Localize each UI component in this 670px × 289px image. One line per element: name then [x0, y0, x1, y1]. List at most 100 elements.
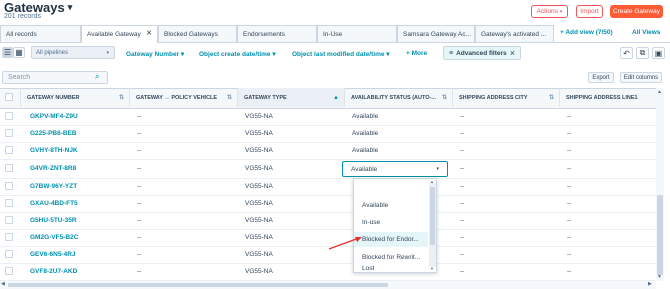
- close-icon[interactable]: ×: [510, 48, 515, 58]
- list-view-icon[interactable]: ☰: [2, 47, 13, 58]
- filter-modified-date[interactable]: Object last modified date/time ▾: [292, 50, 390, 58]
- pipeline-select[interactable]: All pipelines ▾: [31, 46, 115, 59]
- create-gateway-button[interactable]: Create Gateway: [610, 5, 663, 18]
- scroll-right-icon[interactable]: ▶: [648, 281, 652, 287]
- tab-all-records[interactable]: All records: [0, 25, 81, 42]
- scroll-down-icon[interactable]: ▼: [430, 266, 434, 271]
- row-checkbox[interactable]: [5, 199, 13, 207]
- duplicate-icon[interactable]: ⧉: [636, 47, 649, 59]
- shipping-line1-cell: --: [567, 183, 572, 190]
- actions-button[interactable]: Actions ▾: [531, 5, 568, 18]
- gateway-number-link[interactable]: GVHY-8TH-NJK: [30, 147, 78, 154]
- search-input[interactable]: Search: [2, 71, 108, 84]
- row-checkbox[interactable]: [5, 164, 13, 172]
- row-checkbox[interactable]: [5, 250, 13, 258]
- gateway-number-link[interactable]: GEV6-6N5-4RJ: [30, 251, 76, 258]
- column-availability-status[interactable]: AVAILABILITY STATUS (AUTO-... ⇅: [344, 88, 452, 107]
- shipping-line1-cell: --: [567, 217, 572, 224]
- row-checkbox[interactable]: [5, 182, 13, 190]
- column-policy-vehicle[interactable]: GATEWAY → POLICY VEHICLE ⇅: [129, 88, 237, 107]
- caret-down-icon[interactable]: ▾: [68, 2, 73, 12]
- back-icon[interactable]: ↶: [620, 47, 633, 59]
- row-checkbox[interactable]: [5, 233, 13, 241]
- status-option-lost[interactable]: Lost: [354, 265, 428, 273]
- tab-in-use[interactable]: In-Use: [317, 25, 397, 42]
- gateway-number-link[interactable]: G4VR-ZNT-8R8: [30, 165, 76, 172]
- close-icon[interactable]: ×: [146, 28, 152, 39]
- availability-status-cell[interactable]: Available: [352, 147, 378, 154]
- more-filters-link[interactable]: + More: [406, 50, 427, 57]
- edit-columns-button[interactable]: Edit columns: [620, 72, 662, 83]
- table-row: G5HU-5TU-35R -- VG55-NA -- --: [0, 212, 656, 230]
- policy-vehicle-cell: --: [137, 200, 142, 207]
- tab-samsara-gateway[interactable]: Samsara Gateway Ac...: [397, 25, 475, 42]
- grid-view-icon[interactable]: ▦: [13, 47, 25, 58]
- table-row: G7BW-96Y-YZT -- VG55-NA -- --: [0, 178, 656, 196]
- gateway-type-cell: VG55-NA: [245, 113, 273, 120]
- availability-status-cell[interactable]: Available: [352, 113, 378, 120]
- status-option-in-use[interactable]: In-use: [354, 215, 428, 230]
- gateway-number-link[interactable]: G225-PB6-BEB: [30, 130, 77, 137]
- availability-status-cell[interactable]: Available: [352, 130, 378, 137]
- add-view-link[interactable]: + Add view (7/50): [560, 29, 613, 36]
- filter-create-date[interactable]: Object create date/time ▾: [199, 50, 276, 58]
- advanced-filters-button[interactable]: ≡ Advanced filters ×: [443, 46, 521, 60]
- gateway-number-link[interactable]: G5HU-5TU-35R: [30, 217, 77, 224]
- column-shipping-line1[interactable]: SHIPPING ADDRESS LINE1: [559, 88, 656, 107]
- column-gateway-number[interactable]: GATEWAY NUMBER ⇅: [20, 88, 129, 107]
- gateway-number-link[interactable]: GXAU-4BD-FT5: [30, 200, 78, 207]
- table-vertical-scrollbar-thumb[interactable]: [657, 195, 663, 275]
- tab-endorsements[interactable]: Endorsements: [237, 25, 317, 42]
- shipping-city-cell: --: [460, 165, 465, 172]
- gateway-type-cell: VG55-NA: [245, 200, 273, 207]
- gateway-number-link[interactable]: GVF8-2U7-AKD: [30, 268, 77, 275]
- availability-status-select[interactable]: Available ▾: [342, 161, 448, 177]
- gateway-type-cell: VG55-NA: [245, 147, 273, 154]
- gateway-number-link[interactable]: GM2G-VF5-B2C: [30, 234, 78, 241]
- dropdown-scrollbar-thumb[interactable]: [430, 187, 435, 245]
- filter-gateway-number[interactable]: Gateway Number ▾: [126, 50, 184, 58]
- tab-blocked-gateways[interactable]: Blocked Gateways: [158, 25, 237, 42]
- sort-ascending-icon[interactable]: ▲: [333, 95, 339, 101]
- sort-icon[interactable]: ⇅: [119, 94, 124, 101]
- all-views-link[interactable]: All Views: [632, 29, 660, 36]
- status-option-available[interactable]: Available: [354, 198, 428, 213]
- export-button[interactable]: Export: [588, 72, 614, 83]
- caret-down-icon: ▾: [272, 51, 276, 58]
- scroll-left-icon[interactable]: ◀: [1, 281, 5, 287]
- shipping-line1-cell: --: [567, 113, 572, 120]
- row-checkbox[interactable]: [5, 112, 13, 120]
- shipping-city-cell: --: [460, 200, 465, 207]
- shipping-city-cell: --: [460, 130, 465, 137]
- table-horizontal-scrollbar-thumb[interactable]: [8, 283, 388, 287]
- status-option-blocked-endorsement[interactable]: Blocked for Endor...: [354, 232, 428, 247]
- sort-icon[interactable]: ⇅: [549, 94, 554, 101]
- scroll-up-icon[interactable]: ▲: [430, 179, 434, 184]
- search-icon[interactable]: ⌕: [95, 72, 99, 82]
- gateway-number-link[interactable]: G7BW-96Y-YZT: [30, 183, 77, 190]
- tab-gateways-activated[interactable]: Gateway's activated ...: [475, 25, 554, 42]
- caret-down-icon: ▾: [386, 51, 390, 58]
- import-button[interactable]: Import: [576, 5, 603, 18]
- column-shipping-city[interactable]: SHIPPING ADDRESS CITY ⇅: [452, 88, 559, 107]
- shipping-city-cell: --: [460, 147, 465, 154]
- gateway-number-link[interactable]: GKPV-MF4-Z9U: [30, 113, 78, 120]
- sort-icon[interactable]: ⇅: [442, 94, 447, 101]
- tab-available-gateway[interactable]: Available Gateway ×: [81, 25, 158, 43]
- status-option-blocked-rewrite[interactable]: Blocked for Rewrit...: [354, 250, 428, 265]
- row-checkbox[interactable]: [5, 146, 13, 154]
- table-row: G4VR-ZNT-8R8 -- VG55-NA -- --: [0, 159, 656, 179]
- policy-vehicle-cell: --: [137, 147, 142, 154]
- row-checkbox[interactable]: [5, 267, 13, 275]
- sort-icon[interactable]: ⇅: [227, 94, 232, 101]
- scroll-up-icon[interactable]: ▲: [657, 89, 662, 95]
- shipping-line1-cell: --: [567, 200, 572, 207]
- caret-down-icon: ▾: [180, 51, 185, 58]
- scroll-down-icon[interactable]: ▼: [657, 274, 662, 280]
- row-checkbox[interactable]: [5, 216, 13, 224]
- column-gateway-type[interactable]: GATEWAY TYPE ▲: [237, 88, 344, 107]
- shipping-city-cell: --: [460, 217, 465, 224]
- row-checkbox[interactable]: [5, 129, 13, 137]
- save-icon[interactable]: ▣: [652, 47, 665, 59]
- select-all-checkbox[interactable]: [5, 93, 13, 101]
